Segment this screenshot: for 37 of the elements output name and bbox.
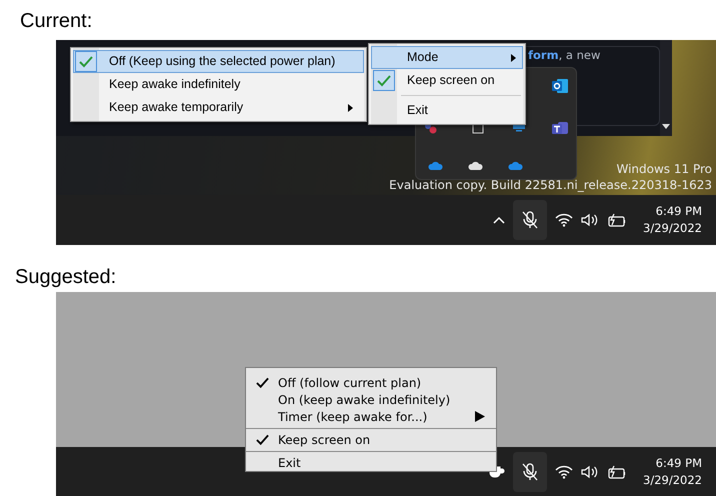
menu-item[interactable]: Timer (keep awake for...) bbox=[246, 408, 496, 425]
chevron-up-icon[interactable] bbox=[493, 216, 506, 224]
menu-item[interactable]: Keep awake temporarily bbox=[73, 96, 364, 119]
menu-item[interactable]: Keep screen on bbox=[246, 431, 496, 448]
clock-date: 3/29/2022 bbox=[643, 472, 702, 488]
cloud-icon[interactable] bbox=[468, 160, 484, 171]
menu-item[interactable]: Exit bbox=[371, 99, 523, 122]
microphone-muted-button[interactable] bbox=[513, 452, 548, 492]
clock-time: 6:49 PM bbox=[654, 203, 702, 220]
section-label: Suggested: bbox=[15, 267, 116, 287]
menu-item[interactable]: Exit bbox=[246, 454, 496, 471]
menu-item[interactable]: On (keep awake indefinitely) bbox=[246, 391, 496, 408]
watermark-text: Windows 11 Pro bbox=[616, 163, 712, 175]
section-label: Current: bbox=[20, 11, 92, 31]
scroll-down-arrow-icon[interactable] bbox=[662, 124, 670, 129]
clock-date: 3/29/2022 bbox=[643, 220, 702, 237]
scrollbar[interactable] bbox=[660, 40, 672, 136]
speaker-icon[interactable] bbox=[581, 213, 600, 227]
microphone-muted-icon bbox=[522, 211, 538, 229]
battery-charging-icon[interactable] bbox=[607, 213, 628, 227]
wifi-icon[interactable] bbox=[555, 464, 574, 478]
battery-charging-icon[interactable] bbox=[607, 464, 628, 478]
menu-item[interactable]: Off (Keep using the selected power plan) bbox=[73, 50, 364, 73]
microphone-muted-button[interactable] bbox=[513, 200, 548, 240]
menu-item[interactable]: Mode bbox=[371, 46, 523, 69]
menu-item[interactable]: Keep awake indefinitely bbox=[73, 73, 364, 96]
menu-item[interactable]: Off (follow current plan) bbox=[246, 374, 496, 391]
menu-item[interactable]: Keep screen on bbox=[371, 69, 523, 92]
clock-time: 6:49 PM bbox=[654, 454, 702, 472]
watermark-text: Evaluation copy. Build 22581.ni_release.220318-1623 bbox=[389, 179, 712, 191]
clock[interactable]: 6:49 PM 3/29/2022 bbox=[643, 454, 702, 488]
microphone-muted-icon bbox=[522, 462, 538, 480]
background-link[interactable]: form bbox=[528, 48, 559, 62]
background-sentence: form, a new bbox=[528, 48, 600, 62]
wifi-icon[interactable] bbox=[555, 213, 574, 227]
clock[interactable]: 6:49 PM 3/29/2022 bbox=[643, 203, 702, 237]
speaker-icon[interactable] bbox=[581, 464, 600, 478]
